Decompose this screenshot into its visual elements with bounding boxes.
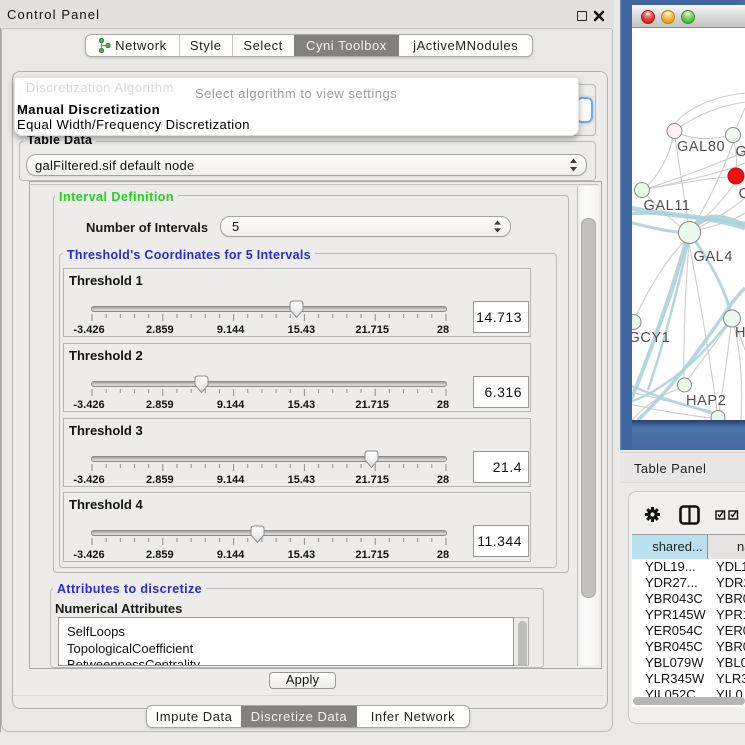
svg-text:HAP2: HAP2 — [686, 393, 726, 409]
svg-text:GAL80: GAL80 — [677, 139, 725, 155]
svg-text:GAL4: GAL4 — [694, 249, 733, 265]
svg-text:GA: GA — [736, 144, 745, 160]
svg-text:HA: HA — [735, 325, 745, 341]
svg-text:GCY1: GCY1 — [632, 330, 670, 346]
svg-text:GAL11: GAL11 — [644, 198, 691, 214]
svg-text:C: C — [739, 186, 745, 202]
